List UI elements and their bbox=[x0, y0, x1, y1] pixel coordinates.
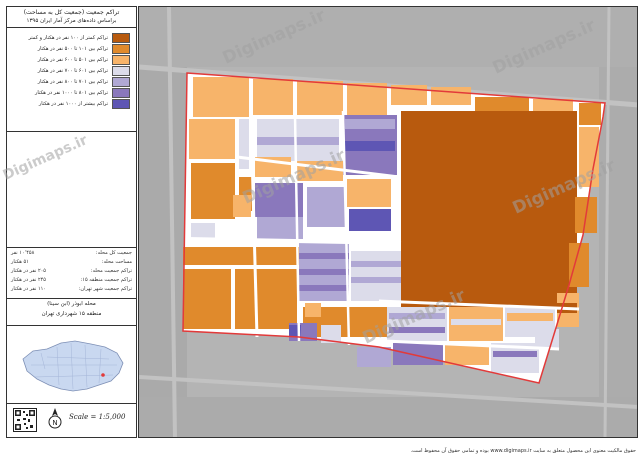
neighborhood-location-marker bbox=[101, 373, 105, 377]
map-info-box: N Scale = 1:5,000 bbox=[7, 403, 136, 438]
stat-row: تراکم جمعیت شهر تهران: ۱۱۰ نفر در هکتار bbox=[11, 286, 132, 295]
legend-swatch bbox=[112, 43, 130, 54]
statistics-box: جمعیت کل محله: ۱۰٬۴۵۸ نفر مساحت محله: ۵۱… bbox=[7, 247, 136, 299]
scale-text: Scale = 1:5,000 bbox=[69, 413, 126, 421]
legend: تراکم کمتر از ۱۰۰ نفر در هکتار و کمتر تر… bbox=[7, 27, 136, 132]
legend-item: تراکم بین ۵۰۱ تا ۶۰۰ نفر در هکتار bbox=[37, 54, 130, 65]
stat-value: ۱۱۰ نفر در هکتار bbox=[11, 286, 46, 292]
stat-row: تراکم جمعیت منطقه ۱۵: ۲۴۵ نفر در هکتار bbox=[11, 277, 132, 286]
title-line-1: تراکم جمعیت (جمعیت کل به مساحت) bbox=[23, 9, 120, 16]
map-sheet: تراکم جمعیت (جمعیت کل به مساحت) براساس د… bbox=[0, 0, 643, 461]
stat-row: تراکم جمعیت محله: ۲۰۵ نفر در هکتار bbox=[11, 268, 132, 277]
stat-value: ۵۱ هکتار bbox=[11, 259, 29, 265]
neighborhood-name: محله ابوذر (ابن سینا) bbox=[47, 301, 96, 307]
stat-row: مساحت محله: ۵۱ هکتار bbox=[11, 259, 132, 268]
legend-label: تراکم بین ۱۰۱ تا ۵۰۰ نفر در هکتار bbox=[37, 45, 108, 52]
stat-label: تراکم جمعیت شهر تهران: bbox=[78, 286, 132, 292]
map-title: تراکم جمعیت (جمعیت کل به مساحت) براساس د… bbox=[7, 7, 136, 28]
legend-swatch bbox=[112, 54, 130, 65]
legend-swatch bbox=[112, 65, 130, 76]
stat-label: جمعیت کل محله: bbox=[95, 250, 132, 256]
legend-panel: تراکم جمعیت (جمعیت کل به مساحت) براساس د… bbox=[6, 6, 137, 438]
copyright-footer: حقوق مالکیت معنوی این محصول متعلق به سای… bbox=[410, 448, 636, 454]
district-label: محله ابوذر (ابن سینا) منطقه ۱۵ شهرداری ت… bbox=[7, 299, 136, 326]
qr-code-icon bbox=[13, 408, 37, 432]
main-map: Digimaps.ir Digimaps.ir Digimaps.ir Digi… bbox=[138, 6, 638, 438]
legend-item: تراکم بین ۶۰۱ تا ۷۰۰ نفر در هکتار bbox=[37, 65, 130, 76]
legend-item: تراکم بیشتر از ۱۰۰۰ نفر در هکتار bbox=[38, 98, 130, 109]
legend-item: تراکم کمتر از ۱۰۰ نفر در هکتار و کمتر bbox=[28, 32, 130, 43]
legend-item: تراکم بین ۱۰۱ تا ۵۰۰ نفر در هکتار bbox=[37, 43, 130, 54]
stat-row: جمعیت کل محله: ۱۰٬۴۵۸ نفر bbox=[11, 250, 132, 259]
stat-label: مساحت محله: bbox=[101, 259, 132, 265]
stat-value: ۱۰٬۴۵۸ نفر bbox=[11, 250, 35, 256]
large-parcel bbox=[401, 111, 577, 307]
legend-swatch bbox=[112, 32, 130, 43]
stat-value: ۲۰۵ نفر در هکتار bbox=[11, 268, 46, 274]
north-label: N bbox=[52, 419, 57, 427]
legend-swatch bbox=[112, 87, 130, 98]
legend-label: تراکم بین ۵۰۱ تا ۶۰۰ نفر در هکتار bbox=[37, 56, 108, 63]
legend-label: تراکم بیشتر از ۱۰۰۰ نفر در هکتار bbox=[38, 100, 108, 107]
legend-label: تراکم کمتر از ۱۰۰ نفر در هکتار و کمتر bbox=[28, 34, 109, 41]
legend-label: تراکم بین ۸۰۱ تا ۱۰۰۰ نفر در هکتار bbox=[35, 89, 108, 96]
legend-label: تراکم بین ۶۰۱ تا ۷۰۰ نفر در هکتار bbox=[37, 67, 108, 74]
stat-label: تراکم جمعیت محله: bbox=[90, 268, 132, 274]
location-inset-map bbox=[11, 329, 132, 401]
north-arrow-icon: N bbox=[48, 408, 62, 429]
legend-item: تراکم بین ۷۰۱ تا ۸۰۰ نفر در هکتار bbox=[37, 76, 130, 87]
legend-item: تراکم بین ۸۰۱ تا ۱۰۰۰ نفر در هکتار bbox=[35, 87, 130, 98]
stat-label: تراکم جمعیت منطقه ۱۵: bbox=[80, 277, 132, 283]
map-canvas bbox=[139, 7, 637, 437]
title-line-2: براساس داده‌های مرکز آمار ایران ۱۳۹۵ bbox=[26, 18, 117, 24]
legend-swatch bbox=[112, 98, 130, 109]
legend-label: تراکم بین ۷۰۱ تا ۸۰۰ نفر در هکتار bbox=[37, 78, 108, 85]
stat-value: ۲۴۵ نفر در هکتار bbox=[11, 277, 46, 283]
district-name: منطقه ۱۵ شهرداری تهران bbox=[41, 311, 102, 317]
legend-swatch bbox=[112, 76, 130, 87]
